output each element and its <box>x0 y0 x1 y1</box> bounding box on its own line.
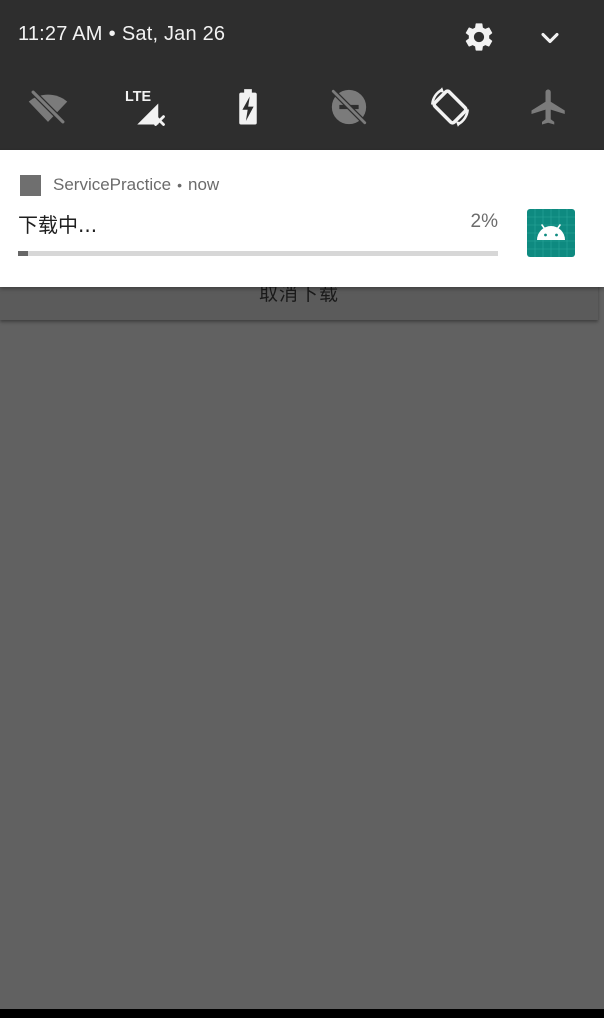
settings-button[interactable] <box>462 20 496 54</box>
tile-do-not-disturb[interactable] <box>328 86 370 128</box>
tile-mobile-data[interactable]: LTE <box>125 86 167 128</box>
clock-date: 11:27 AM • Sat, Jan 26 <box>18 23 225 46</box>
tile-auto-rotate[interactable] <box>429 86 471 128</box>
app-large-icon <box>527 209 575 257</box>
progress-bar <box>18 251 498 256</box>
quick-settings-shade: 11:27 AM • Sat, Jan 26 LTE <box>0 0 604 150</box>
app-name: ServicePractice <box>53 175 172 194</box>
screen: 取消下载 11:27 AM • Sat, Jan 26 LTE ServiceP… <box>0 0 604 1018</box>
do-not-disturb-off-icon <box>330 88 368 126</box>
header-separator: • <box>177 177 183 193</box>
mobile-data-icon: LTE <box>125 89 165 126</box>
chevron-down-icon <box>541 32 559 44</box>
tile-wifi[interactable] <box>27 86 69 128</box>
navigation-bar <box>0 1009 604 1018</box>
app-small-icon <box>20 174 41 196</box>
separator-dot: • <box>108 23 116 45</box>
gear-icon <box>465 23 493 51</box>
notification-header: ServicePractice • now <box>20 174 220 196</box>
expand-button[interactable] <box>536 24 564 52</box>
wifi-off-icon <box>28 90 68 124</box>
notification-time: now <box>188 175 220 194</box>
auto-rotate-icon <box>431 87 469 127</box>
battery-charging-icon <box>239 89 257 125</box>
tile-battery[interactable] <box>227 86 269 128</box>
clock-time: 11:27 AM <box>18 23 103 45</box>
progress-fill <box>18 251 28 256</box>
tile-airplane-mode[interactable] <box>528 86 570 128</box>
airplane-mode-icon <box>531 89 565 125</box>
download-notification[interactable]: ServicePractice • now 下载中... 2% <box>0 150 604 287</box>
quick-settings-tiles: LTE <box>0 86 604 136</box>
notification-title: 下载中... <box>18 213 98 237</box>
android-robot-icon <box>527 209 575 257</box>
status-row: 11:27 AM • Sat, Jan 26 <box>0 0 604 72</box>
date-text: Sat, Jan 26 <box>121 23 226 45</box>
progress-percent: 2% <box>470 211 498 232</box>
lte-label: LTE <box>125 89 151 105</box>
